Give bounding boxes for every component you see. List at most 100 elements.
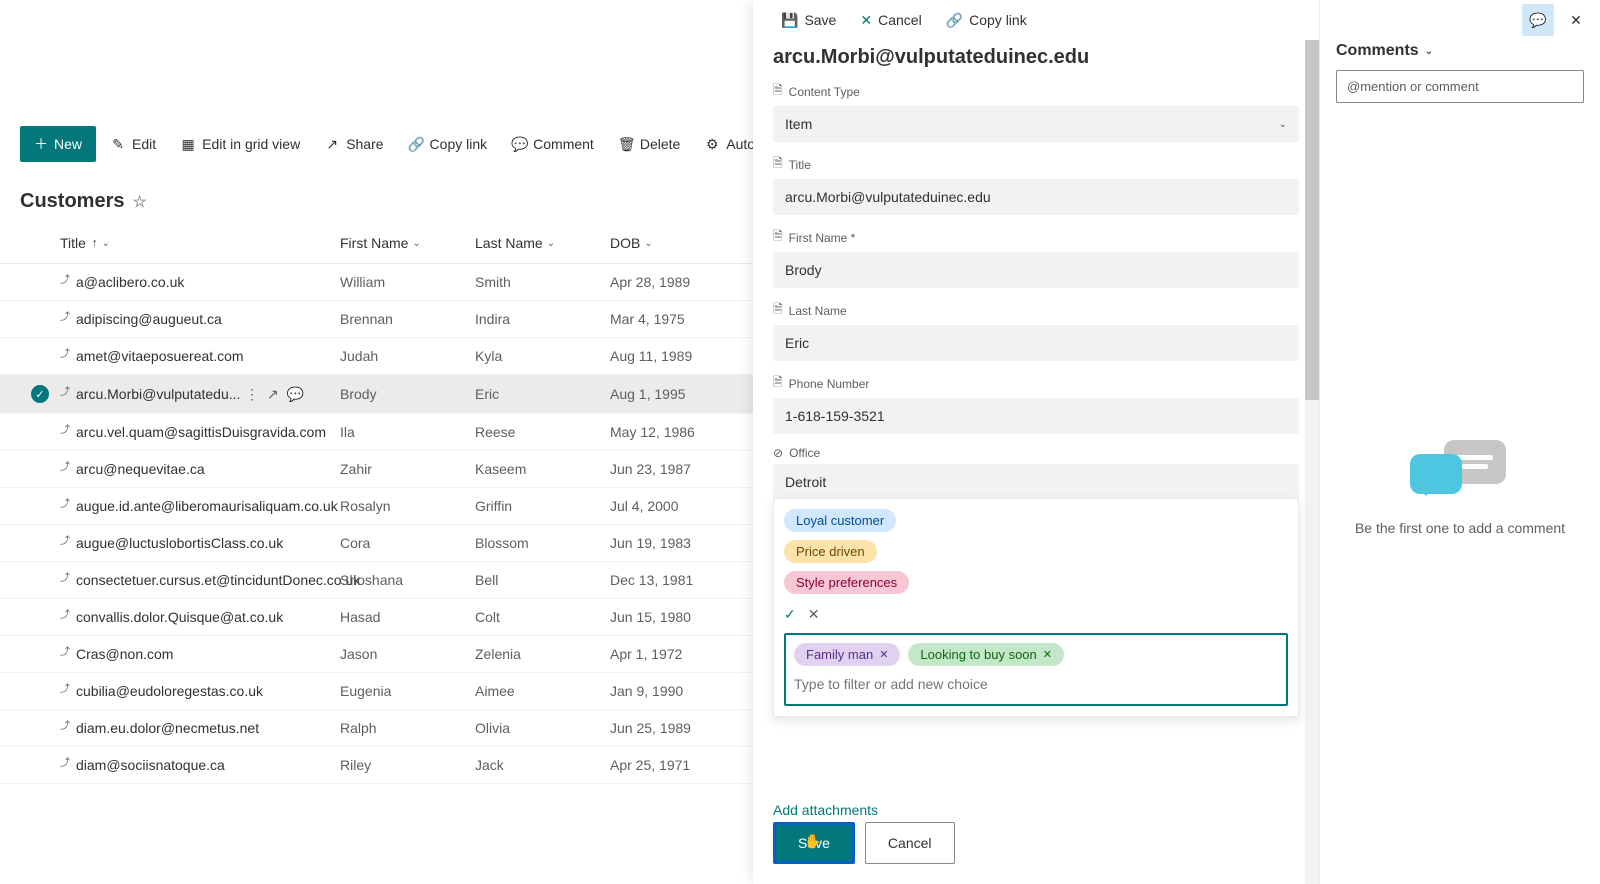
row-title: a@aclibero.co.uk xyxy=(76,274,184,290)
row-title: arcu.Morbi@vulputatedu... xyxy=(76,386,240,402)
choice-cancel-icon[interactable]: ✕ xyxy=(808,606,820,623)
row-dob: Jun 19, 1983 xyxy=(610,535,750,551)
row-title: arcu.vel.quam@sagittisDuisgravida.com xyxy=(76,424,326,440)
choice-confirm-icon[interactable]: ✓ xyxy=(784,606,796,623)
selected-chip[interactable]: Family man ✕ xyxy=(794,643,900,666)
first-name-field[interactable]: Brody xyxy=(773,252,1299,288)
panel-toolbar: 💾Save ✕Cancel 🔗Copy link xyxy=(753,0,1319,40)
row-title: arcu@nequevitae.ca xyxy=(76,461,205,477)
choice-option[interactable]: Loyal customer xyxy=(784,509,896,532)
row-dob: Jan 9, 1990 xyxy=(610,683,750,699)
chip-remove-icon[interactable]: ✕ xyxy=(1043,648,1052,661)
row-share-icon[interactable]: ↗ xyxy=(267,386,279,403)
col-dob[interactable]: DOB⌄ xyxy=(610,235,750,251)
comment-button-toolbar[interactable]: 💬Comment xyxy=(501,130,604,158)
row-dob: Apr 25, 1971 xyxy=(610,757,750,773)
comments-header[interactable]: Comments⌄ xyxy=(1336,42,1584,60)
new-button[interactable]: ＋New xyxy=(20,126,96,162)
row-first-name: Riley xyxy=(340,757,475,773)
row-last-name: Bell xyxy=(475,572,610,588)
form-cancel-button[interactable]: Cancel xyxy=(865,822,955,864)
row-first-name: Brody xyxy=(340,386,475,402)
phone-label: 🗎Phone Number xyxy=(773,373,1299,394)
content-type-select[interactable]: Item⌄ xyxy=(773,106,1299,142)
row-first-name: Cora xyxy=(340,535,475,551)
row-first-name: Rosalyn xyxy=(340,498,475,514)
office-label: ⊘Office xyxy=(773,446,1299,460)
row-dob: Jul 4, 2000 xyxy=(610,498,750,514)
row-title: adipiscing@augueut.ca xyxy=(76,311,222,327)
row-last-name: Olivia xyxy=(475,720,610,736)
row-dob: May 12, 1986 xyxy=(610,424,750,440)
title-label: 🗎Title xyxy=(773,154,1299,175)
copy-link-button[interactable]: 🔗Copy link xyxy=(398,130,498,158)
edit-grid-button[interactable]: ▦Edit in grid view xyxy=(170,130,310,158)
row-title: amet@vitaeposuereat.com xyxy=(76,348,244,364)
title-field[interactable]: arcu.Morbi@vulputateduinec.edu xyxy=(773,179,1299,215)
row-last-name: Reese xyxy=(475,424,610,440)
office-field[interactable]: Detroit xyxy=(773,464,1299,500)
row-title: consectetuer.cursus.et@tinciduntDonec.co… xyxy=(76,572,360,588)
phone-field[interactable]: 1-618-159-3521 xyxy=(773,398,1299,434)
comments-empty-icon xyxy=(1410,440,1510,500)
comments-pane: 💬 ✕ Comments⌄ @mention or comment Be the… xyxy=(1320,0,1600,884)
row-dob: Apr 1, 1972 xyxy=(610,646,750,662)
col-title[interactable]: Title↑⌄ xyxy=(60,235,340,251)
selected-chip[interactable]: Looking to buy soon ✕ xyxy=(908,643,1064,666)
choice-option[interactable]: Style preferences xyxy=(784,571,909,594)
add-attachments-link[interactable]: Add attachments xyxy=(773,802,1299,818)
delete-button[interactable]: 🗑Delete xyxy=(608,130,690,158)
row-title: diam@sociisnatoque.ca xyxy=(76,757,225,773)
panel-heading: arcu.Morbi@vulputateduinec.edu xyxy=(773,46,1299,69)
form-save-button[interactable]: Save✋ xyxy=(773,822,855,864)
share-button[interactable]: ↗Share xyxy=(314,130,393,158)
col-last-name[interactable]: Last Name⌄ xyxy=(475,235,610,251)
last-name-field[interactable]: Eric xyxy=(773,325,1299,361)
row-dob: Jun 15, 1980 xyxy=(610,609,750,625)
panel-save-button[interactable]: 💾Save xyxy=(773,8,844,33)
choice-input-box[interactable]: Family man ✕ Looking to buy soon ✕ xyxy=(784,633,1288,706)
choice-option[interactable]: Price driven xyxy=(784,540,877,563)
row-first-name: Brennan xyxy=(340,311,475,327)
panel-copy-link-button[interactable]: 🔗Copy link xyxy=(938,8,1035,33)
row-dob: Jun 25, 1989 xyxy=(610,720,750,736)
row-dob: Dec 13, 1981 xyxy=(610,572,750,588)
close-panel-icon[interactable]: ✕ xyxy=(1560,4,1592,36)
row-more-icon[interactable]: ⋮ xyxy=(245,386,259,403)
row-first-name: Judah xyxy=(340,348,475,364)
favorite-star-icon[interactable]: ☆ xyxy=(132,192,146,212)
row-last-name: Blossom xyxy=(475,535,610,551)
row-title: cubilia@eudoloregestas.co.uk xyxy=(76,683,263,699)
panel-cancel-button[interactable]: ✕Cancel xyxy=(852,8,929,33)
row-first-name: Ila xyxy=(340,424,475,440)
content-type-label: 🗎Content Type xyxy=(773,81,1299,102)
row-last-name: Jack xyxy=(475,757,610,773)
row-first-name: Zahir xyxy=(340,461,475,477)
choice-dropdown: Loyal customer Price driven Style preferen… xyxy=(773,498,1299,717)
edit-button[interactable]: ✎Edit xyxy=(100,130,166,158)
row-last-name: Griffin xyxy=(475,498,610,514)
selected-icon: ✓ xyxy=(31,385,49,403)
row-first-name: Eugenia xyxy=(340,683,475,699)
row-title: augue@luctuslobortisClass.co.uk xyxy=(76,535,283,551)
row-dob: Jun 23, 1987 xyxy=(610,461,750,477)
row-last-name: Indira xyxy=(475,311,610,327)
last-name-label: 🗎Last Name xyxy=(773,300,1299,321)
row-title: convallis.dolor.Quisque@at.co.uk xyxy=(76,609,283,625)
row-comment-icon[interactable]: 💬 xyxy=(287,386,304,403)
row-first-name: Ralph xyxy=(340,720,475,736)
row-last-name: Eric xyxy=(475,386,610,402)
row-last-name: Aimee xyxy=(475,683,610,699)
row-title: Cras@non.com xyxy=(76,646,173,662)
choice-filter-input[interactable] xyxy=(794,672,1278,696)
comments-empty-text: Be the first one to add a comment xyxy=(1355,520,1565,536)
row-first-name: William xyxy=(340,274,475,290)
row-title: augue.id.ante@liberomaurisaliquam.co.uk xyxy=(76,498,338,514)
row-first-name: Hasad xyxy=(340,609,475,625)
row-first-name: Jason xyxy=(340,646,475,662)
row-first-name: Shoshana xyxy=(340,572,475,588)
comments-toggle-icon[interactable]: 💬 xyxy=(1522,4,1554,36)
chip-remove-icon[interactable]: ✕ xyxy=(879,648,888,661)
comment-input[interactable]: @mention or comment xyxy=(1336,70,1584,103)
col-first-name[interactable]: First Name⌄ xyxy=(340,235,475,251)
